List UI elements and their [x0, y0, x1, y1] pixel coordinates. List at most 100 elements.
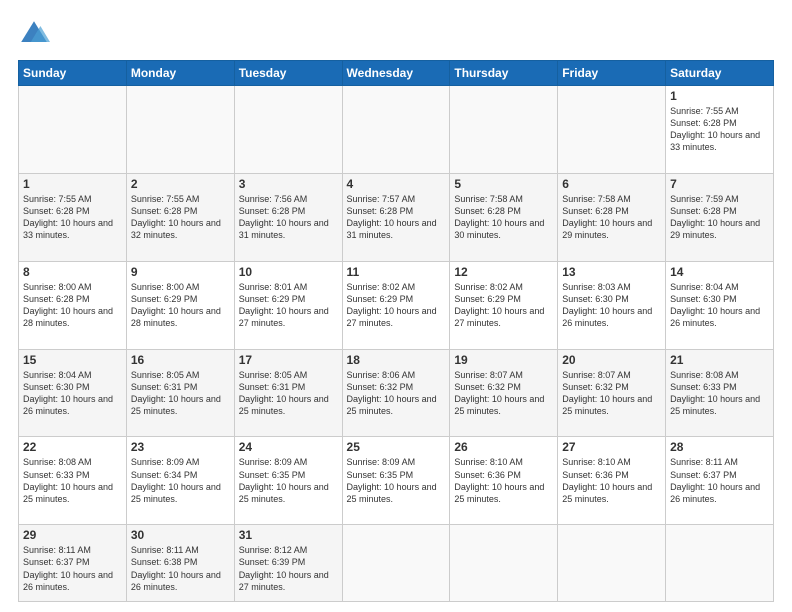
calendar-cell: 6 Sunrise: 7:58 AMSunset: 6:28 PMDaylight… — [558, 173, 666, 261]
calendar-cell — [558, 86, 666, 174]
calendar-cell: 26 Sunrise: 8:10 AMSunset: 6:36 PMDayligh… — [450, 437, 558, 525]
calendar-cell — [666, 525, 774, 602]
day-number: 28 — [670, 440, 769, 454]
calendar-cell: 1 Sunrise: 7:55 AMSunset: 6:28 PMDaylight… — [666, 86, 774, 174]
day-number: 14 — [670, 265, 769, 279]
day-number: 8 — [23, 265, 122, 279]
day-number: 4 — [347, 177, 446, 191]
day-info: Sunrise: 7:57 AMSunset: 6:28 PMDaylight:… — [347, 194, 437, 240]
calendar-cell: 7Sunrise: 7:59 AMSunset: 6:28 PMDaylight… — [666, 173, 774, 261]
day-number: 27 — [562, 440, 661, 454]
day-info: Sunrise: 8:07 AMSunset: 6:32 PMDaylight:… — [562, 370, 652, 416]
day-number: 11 — [347, 265, 446, 279]
calendar-cell: 16 Sunrise: 8:05 AMSunset: 6:31 PMDayligh… — [126, 349, 234, 437]
day-number: 31 — [239, 528, 338, 542]
calendar-cell — [450, 525, 558, 602]
day-number: 26 — [454, 440, 553, 454]
day-info: Sunrise: 8:03 AMSunset: 6:30 PMDaylight:… — [562, 282, 652, 328]
week-row-4: 15 Sunrise: 8:04 AMSunset: 6:30 PMDayligh… — [19, 349, 774, 437]
logo — [18, 18, 54, 50]
day-info: Sunrise: 7:58 AMSunset: 6:28 PMDaylight:… — [562, 194, 652, 240]
day-number: 21 — [670, 353, 769, 367]
day-info: Sunrise: 8:00 AMSunset: 6:28 PMDaylight:… — [23, 282, 113, 328]
day-info: Sunrise: 8:09 AMSunset: 6:35 PMDaylight:… — [239, 457, 329, 503]
calendar-cell: 29 Sunrise: 8:11 AMSunset: 6:37 PMDayligh… — [19, 525, 127, 602]
calendar-cell: 24 Sunrise: 8:09 AMSunset: 6:35 PMDayligh… — [234, 437, 342, 525]
day-info: Sunrise: 8:04 AMSunset: 6:30 PMDaylight:… — [23, 370, 113, 416]
calendar-cell: 27 Sunrise: 8:10 AMSunset: 6:36 PMDayligh… — [558, 437, 666, 525]
day-info: Sunrise: 8:11 AMSunset: 6:38 PMDaylight:… — [131, 545, 221, 591]
calendar-cell: 25Sunrise: 8:09 AMSunset: 6:35 PMDayligh… — [342, 437, 450, 525]
calendar-cell: 3Sunrise: 7:56 AMSunset: 6:28 PMDaylight… — [234, 173, 342, 261]
day-info: Sunrise: 8:11 AMSunset: 6:37 PMDaylight:… — [670, 457, 760, 503]
day-info: Sunrise: 7:56 AMSunset: 6:28 PMDaylight:… — [239, 194, 329, 240]
calendar-cell: 28 Sunrise: 8:11 AMSunset: 6:37 PMDayligh… — [666, 437, 774, 525]
calendar-cell — [342, 525, 450, 602]
day-number: 10 — [239, 265, 338, 279]
week-row-2: 1 Sunrise: 7:55 AMSunset: 6:28 PMDaylight… — [19, 173, 774, 261]
calendar-cell: 1 Sunrise: 7:55 AMSunset: 6:28 PMDaylight… — [19, 173, 127, 261]
day-info: Sunrise: 7:55 AMSunset: 6:28 PMDaylight:… — [131, 194, 221, 240]
calendar-cell: 5 Sunrise: 7:58 AMSunset: 6:28 PMDaylight… — [450, 173, 558, 261]
day-number: 1 — [670, 89, 769, 103]
page: SundayMondayTuesdayWednesdayThursdayFrid… — [0, 0, 792, 612]
day-number: 1 — [23, 177, 122, 191]
calendar-cell: 8 Sunrise: 8:00 AMSunset: 6:28 PMDaylight… — [19, 261, 127, 349]
day-info: Sunrise: 8:10 AMSunset: 6:36 PMDaylight:… — [454, 457, 544, 503]
day-info: Sunrise: 7:55 AMSunset: 6:28 PMDaylight:… — [23, 194, 113, 240]
calendar-cell — [342, 86, 450, 174]
week-row-6: 29 Sunrise: 8:11 AMSunset: 6:37 PMDayligh… — [19, 525, 774, 602]
calendar-cell: 15 Sunrise: 8:04 AMSunset: 6:30 PMDayligh… — [19, 349, 127, 437]
day-info: Sunrise: 8:11 AMSunset: 6:37 PMDaylight:… — [23, 545, 113, 591]
day-number: 19 — [454, 353, 553, 367]
weekday-header-monday: Monday — [126, 61, 234, 86]
calendar-cell: 13 Sunrise: 8:03 AMSunset: 6:30 PMDayligh… — [558, 261, 666, 349]
calendar-cell — [234, 86, 342, 174]
calendar-cell: 11 Sunrise: 8:02 AMSunset: 6:29 PMDayligh… — [342, 261, 450, 349]
week-row-5: 22Sunrise: 8:08 AMSunset: 6:33 PMDayligh… — [19, 437, 774, 525]
weekday-header-row: SundayMondayTuesdayWednesdayThursdayFrid… — [19, 61, 774, 86]
weekday-header-wednesday: Wednesday — [342, 61, 450, 86]
calendar-cell: 9Sunrise: 8:00 AMSunset: 6:29 PMDaylight… — [126, 261, 234, 349]
day-info: Sunrise: 8:08 AMSunset: 6:33 PMDaylight:… — [23, 457, 113, 503]
week-row-1: 1 Sunrise: 7:55 AMSunset: 6:28 PMDaylight… — [19, 86, 774, 174]
calendar-cell: 4 Sunrise: 7:57 AMSunset: 6:28 PMDaylight… — [342, 173, 450, 261]
day-info: Sunrise: 8:05 AMSunset: 6:31 PMDaylight:… — [131, 370, 221, 416]
day-number: 16 — [131, 353, 230, 367]
calendar-table: SundayMondayTuesdayWednesdayThursdayFrid… — [18, 60, 774, 602]
day-info: Sunrise: 7:58 AMSunset: 6:28 PMDaylight:… — [454, 194, 544, 240]
day-number: 15 — [23, 353, 122, 367]
day-number: 9 — [131, 265, 230, 279]
calendar-cell: 2Sunrise: 7:55 AMSunset: 6:28 PMDaylight… — [126, 173, 234, 261]
calendar-cell: 18 Sunrise: 8:06 AMSunset: 6:32 PMDayligh… — [342, 349, 450, 437]
calendar-cell: 23Sunrise: 8:09 AMSunset: 6:34 PMDayligh… — [126, 437, 234, 525]
day-number: 25 — [347, 440, 446, 454]
day-info: Sunrise: 8:08 AMSunset: 6:33 PMDaylight:… — [670, 370, 760, 416]
day-info: Sunrise: 7:59 AMSunset: 6:28 PMDaylight:… — [670, 194, 760, 240]
calendar-cell: 20 Sunrise: 8:07 AMSunset: 6:32 PMDayligh… — [558, 349, 666, 437]
day-number: 24 — [239, 440, 338, 454]
day-info: Sunrise: 8:02 AMSunset: 6:29 PMDaylight:… — [347, 282, 437, 328]
day-number: 6 — [562, 177, 661, 191]
calendar-cell: 30 Sunrise: 8:11 AMSunset: 6:38 PMDayligh… — [126, 525, 234, 602]
calendar-cell: 17 Sunrise: 8:05 AMSunset: 6:31 PMDayligh… — [234, 349, 342, 437]
day-number: 12 — [454, 265, 553, 279]
day-info: Sunrise: 8:06 AMSunset: 6:32 PMDaylight:… — [347, 370, 437, 416]
day-number: 13 — [562, 265, 661, 279]
day-number: 17 — [239, 353, 338, 367]
calendar-cell: 22Sunrise: 8:08 AMSunset: 6:33 PMDayligh… — [19, 437, 127, 525]
day-number: 5 — [454, 177, 553, 191]
calendar-cell: 10Sunrise: 8:01 AMSunset: 6:29 PMDayligh… — [234, 261, 342, 349]
day-info: Sunrise: 8:05 AMSunset: 6:31 PMDaylight:… — [239, 370, 329, 416]
logo-icon — [18, 18, 50, 50]
day-info: Sunrise: 8:04 AMSunset: 6:30 PMDaylight:… — [670, 282, 760, 328]
day-number: 18 — [347, 353, 446, 367]
day-info: Sunrise: 7:55 AMSunset: 6:28 PMDaylight:… — [670, 106, 760, 152]
day-info: Sunrise: 8:10 AMSunset: 6:36 PMDaylight:… — [562, 457, 652, 503]
day-number: 30 — [131, 528, 230, 542]
day-info: Sunrise: 8:07 AMSunset: 6:32 PMDaylight:… — [454, 370, 544, 416]
weekday-header-tuesday: Tuesday — [234, 61, 342, 86]
day-number: 20 — [562, 353, 661, 367]
day-info: Sunrise: 8:12 AMSunset: 6:39 PMDaylight:… — [239, 545, 329, 591]
day-number: 29 — [23, 528, 122, 542]
